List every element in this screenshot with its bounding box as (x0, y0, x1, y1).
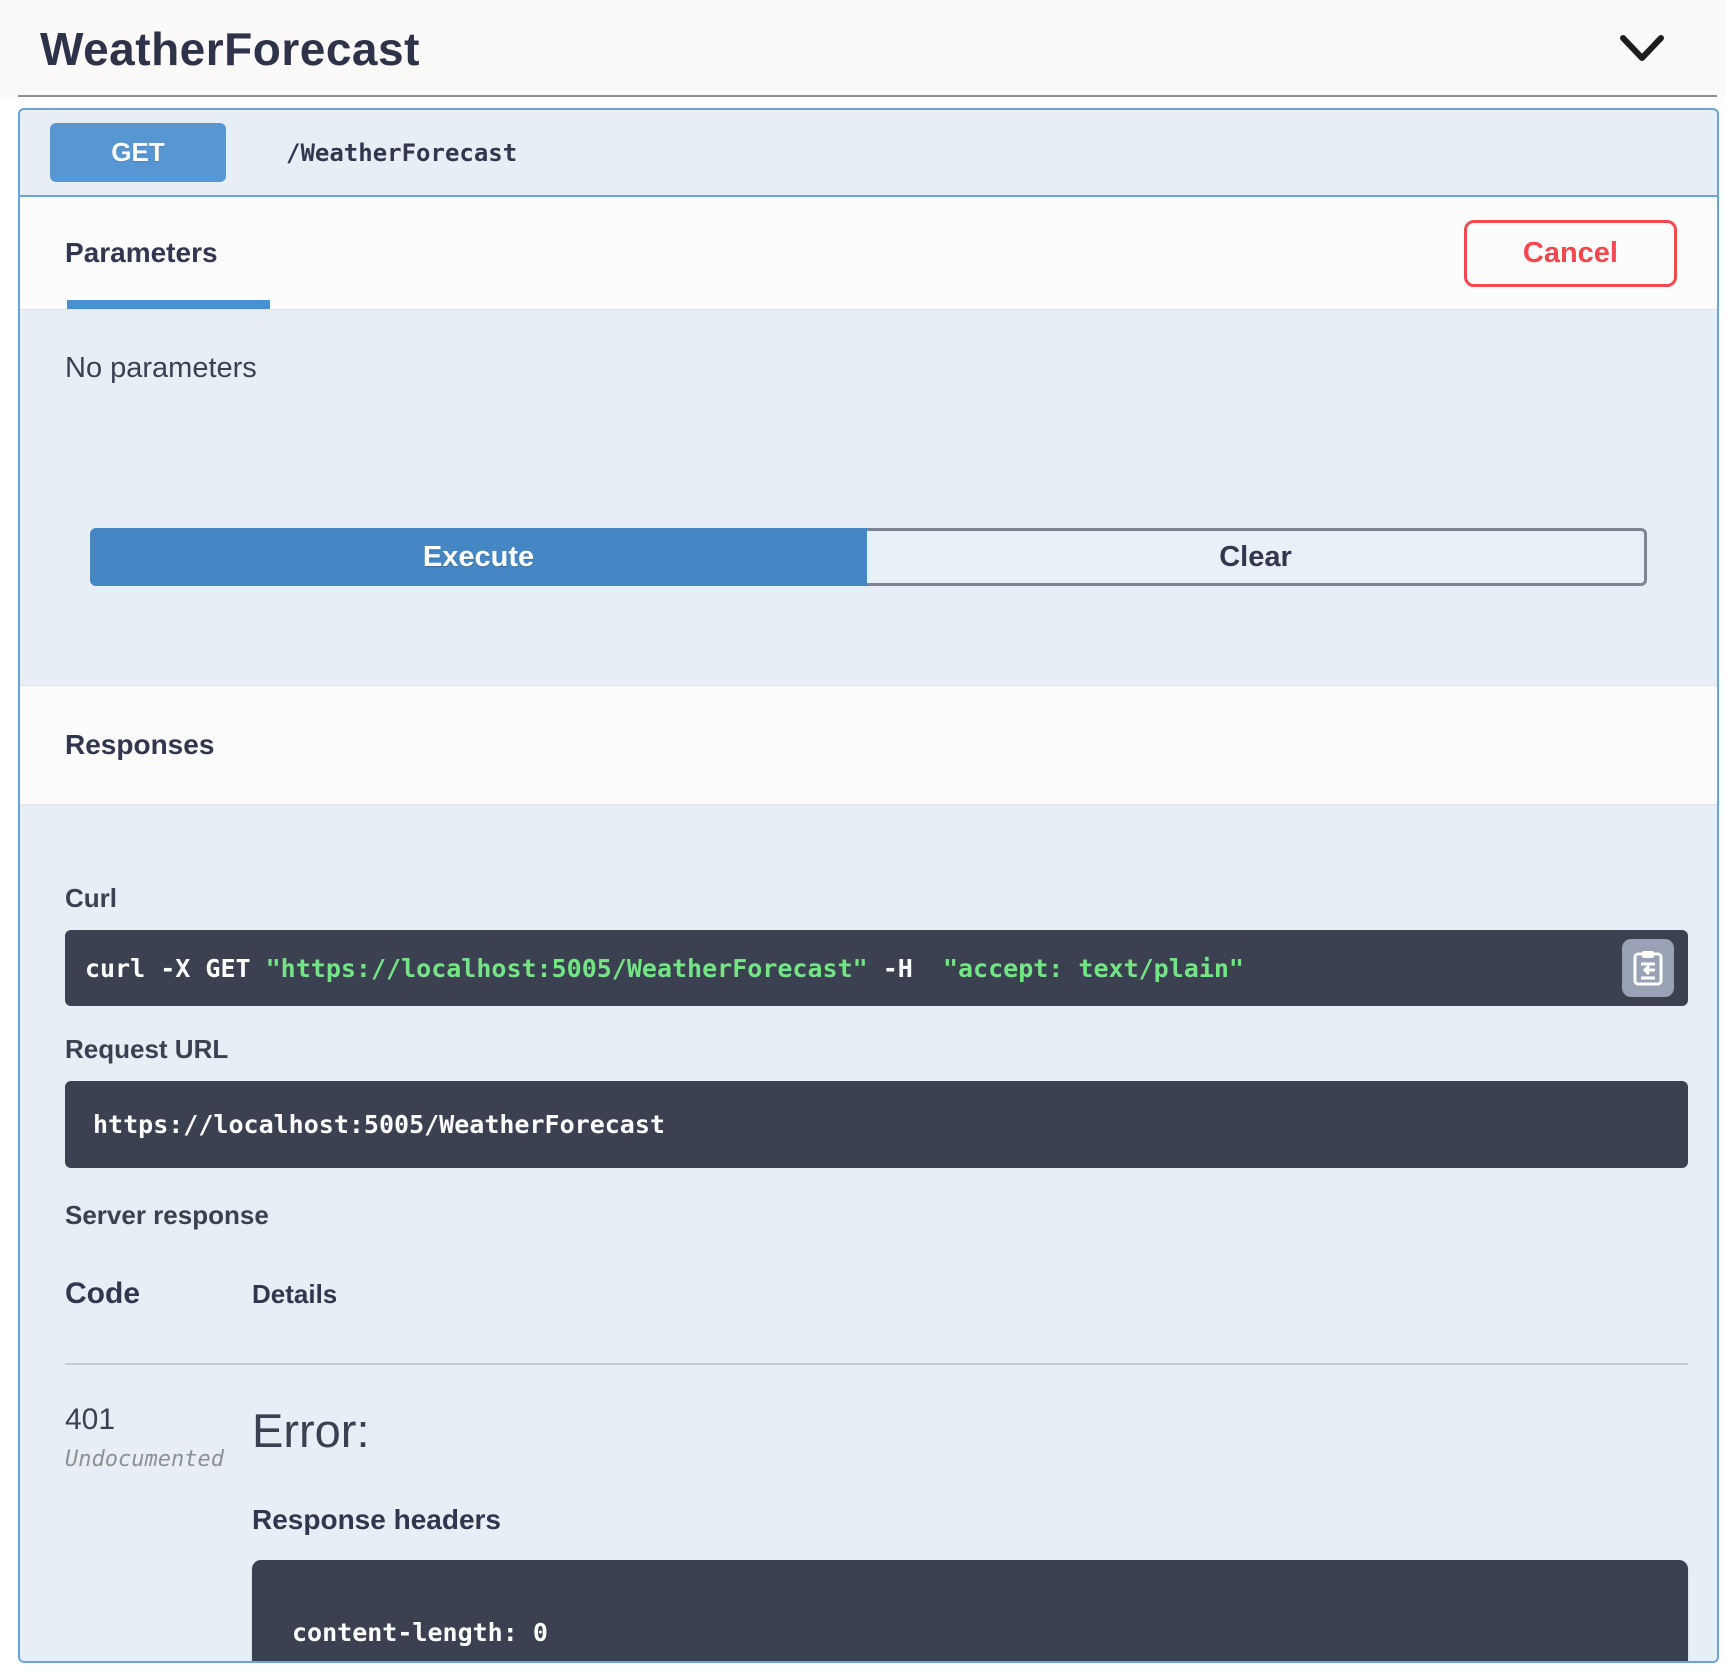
responses-body: Curl curl -X GET "https://localhost:5005… (20, 805, 1717, 1663)
curl-token-header: "accept: text/plain" (943, 954, 1244, 983)
parameters-header: Parameters Cancel (20, 197, 1717, 310)
curl-token-url: "https://localhost:5005/WeatherForecast" (266, 954, 868, 983)
page-title: WeatherForecast (40, 22, 420, 76)
parameters-body: No parameters Execute Clear (20, 310, 1717, 685)
response-status-code: 401 (65, 1403, 252, 1437)
copy-to-clipboard-button[interactable] (1622, 939, 1674, 997)
clipboard-icon (1633, 950, 1663, 986)
curl-code-block: curl -X GET "https://localhost:5005/Weat… (65, 930, 1688, 1006)
request-url-block: https://localhost:5005/WeatherForecast (65, 1081, 1688, 1168)
clear-button[interactable]: Clear (867, 528, 1647, 586)
responses-header: Responses (20, 685, 1717, 805)
response-headers-block: content-length: 0 date: Thu29 Jul 2021 1… (252, 1560, 1688, 1663)
server-response-label: Server response (65, 1200, 1688, 1231)
response-code-cell: 401 Undocumented (65, 1403, 252, 1663)
responses-title: Responses (65, 729, 214, 761)
curl-token-flag: -H (868, 954, 943, 983)
tab-parameters[interactable]: Parameters (65, 237, 218, 269)
operation-summary[interactable]: GET /WeatherForecast (20, 110, 1717, 197)
response-row: 401 Undocumented Error: Response headers… (65, 1365, 1688, 1663)
response-code-note: Undocumented (65, 1447, 252, 1472)
curl-token-prefix: curl -X GET (85, 954, 266, 983)
page: WeatherForecast GET /WeatherForecast Par… (0, 0, 1725, 1673)
app-header: WeatherForecast (0, 0, 1725, 97)
response-error-text: Error: (252, 1403, 1688, 1458)
response-header-line: content-length: 0 (292, 1612, 1668, 1653)
execute-clear-bar: Execute Clear (90, 528, 1647, 586)
response-table-header: Code Details (65, 1277, 1688, 1311)
code-column-header: Code (65, 1277, 252, 1311)
tab-active-underline (67, 300, 270, 309)
response-header-line: date: Thu29 Jul 2021 14:14:14 GMT (292, 1653, 1668, 1663)
execute-button[interactable]: Execute (90, 528, 867, 586)
operation-path: /WeatherForecast (286, 139, 517, 167)
method-badge: GET (50, 123, 226, 182)
curl-command-text: curl -X GET "https://localhost:5005/Weat… (85, 954, 1244, 983)
cancel-button[interactable]: Cancel (1464, 220, 1677, 287)
chevron-down-icon[interactable] (1619, 32, 1665, 66)
curl-label: Curl (65, 883, 1688, 914)
response-details-cell: Error: Response headers content-length: … (252, 1403, 1688, 1663)
details-column-header: Details (252, 1279, 337, 1310)
operation-panel: GET /WeatherForecast Parameters Cancel N… (18, 108, 1719, 1663)
request-url-text: https://localhost:5005/WeatherForecast (93, 1110, 1688, 1139)
response-headers-label: Response headers (252, 1504, 1688, 1536)
request-url-label: Request URL (65, 1034, 1688, 1065)
no-parameters-text: No parameters (65, 352, 1672, 385)
